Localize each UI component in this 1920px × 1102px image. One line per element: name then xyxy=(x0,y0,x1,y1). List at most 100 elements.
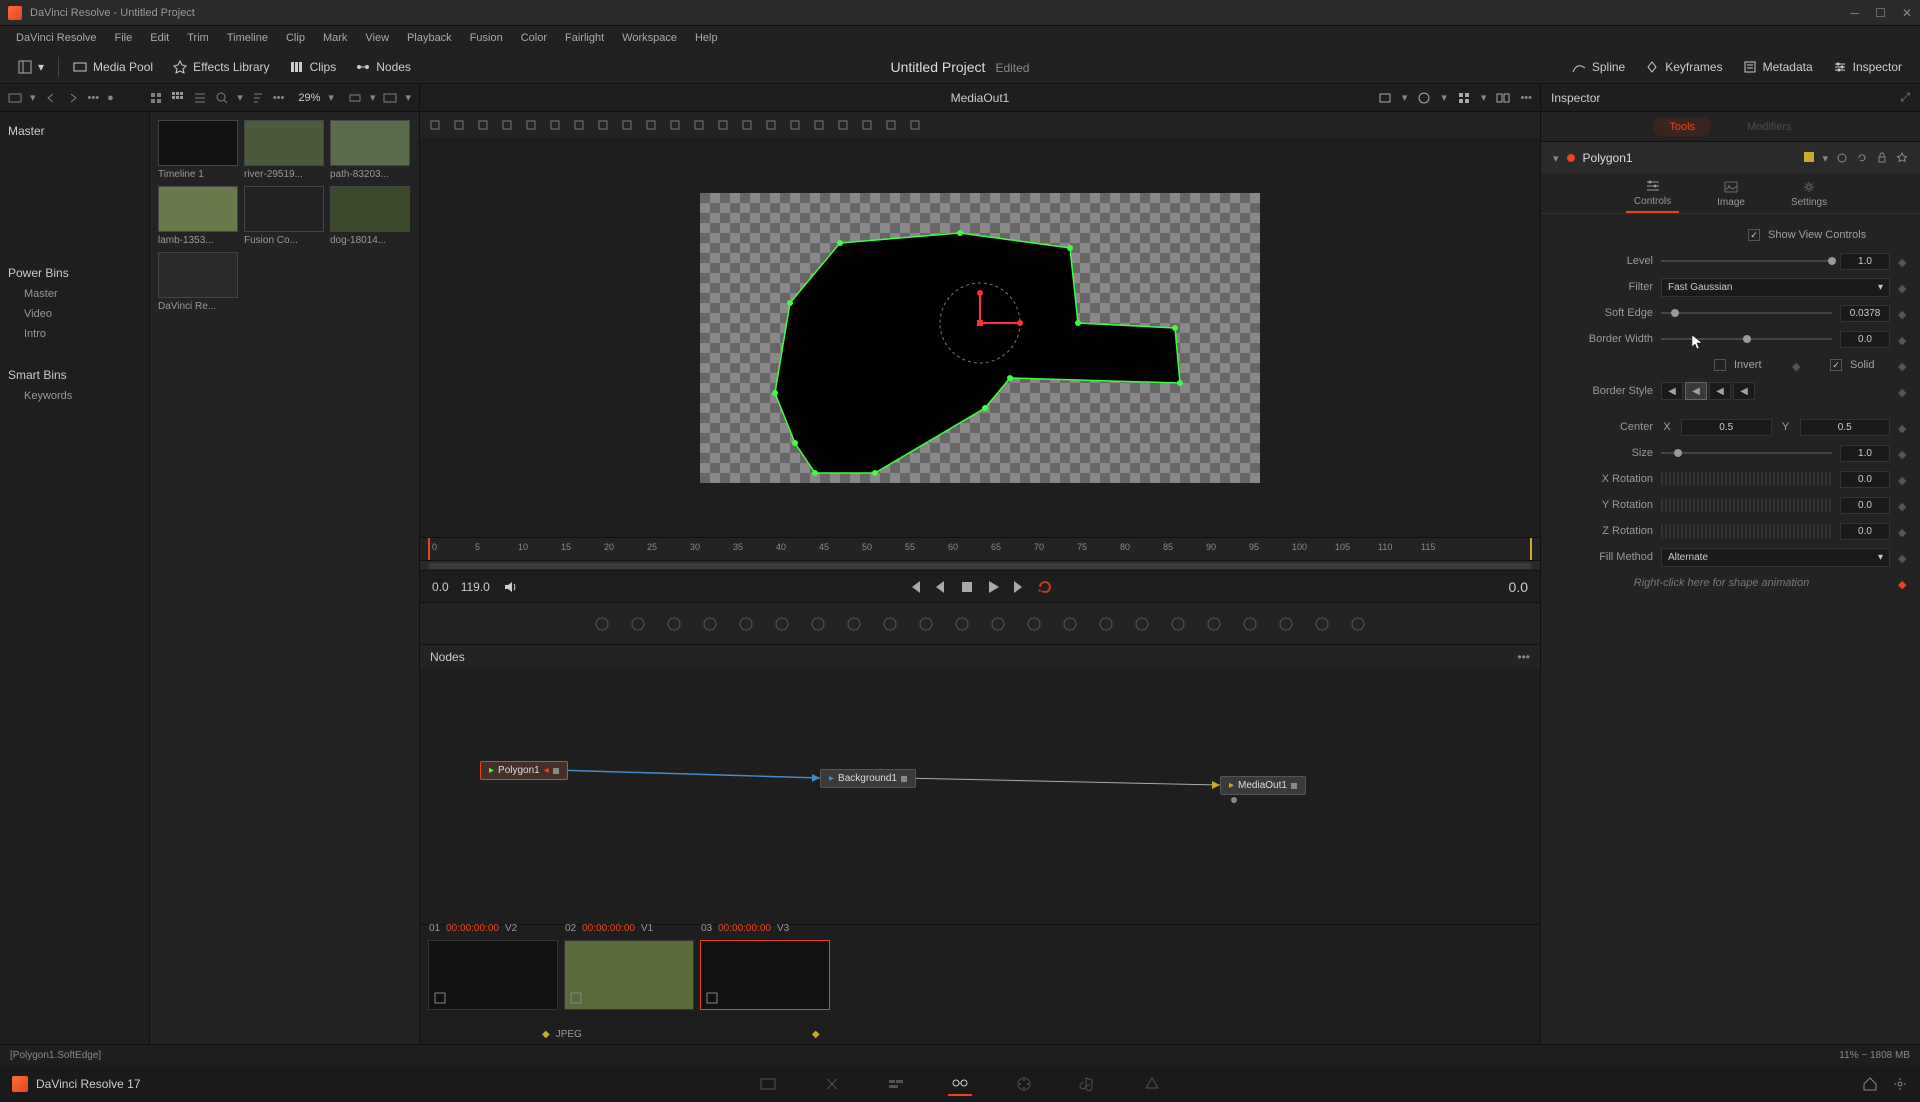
minimize-button[interactable]: ─ xyxy=(1851,6,1860,20)
particles-tool-icon[interactable] xyxy=(1277,615,1295,633)
zoom-label[interactable]: 29% xyxy=(298,92,320,104)
inspector-button[interactable]: Inspector xyxy=(1823,56,1912,78)
media-page-icon[interactable] xyxy=(756,1072,780,1096)
crop-tool-icon[interactable] xyxy=(716,118,730,132)
viewer-canvas[interactable] xyxy=(420,138,1540,537)
sort-icon[interactable] xyxy=(251,91,265,105)
x-rotation-jog[interactable] xyxy=(1661,472,1832,486)
3d-tool-icon[interactable] xyxy=(1169,615,1187,633)
move-tool-icon[interactable] xyxy=(500,118,514,132)
solid-check[interactable] xyxy=(1830,359,1842,371)
timeline-ruler[interactable]: 0510152025303540455055606570758085909510… xyxy=(420,537,1540,561)
keyframe-icon[interactable]: ◆ xyxy=(1898,256,1908,266)
grid-view-icon[interactable] xyxy=(171,91,185,105)
loop-button[interactable] xyxy=(1036,578,1054,596)
magnet-tool-icon[interactable] xyxy=(668,118,682,132)
menu-playback[interactable]: Playback xyxy=(399,30,460,46)
polygon-mask[interactable] xyxy=(700,193,1260,483)
curve-tool-icon[interactable] xyxy=(620,118,634,132)
center-y-value[interactable] xyxy=(1800,419,1891,436)
power-bins-header[interactable]: Power Bins xyxy=(8,262,141,284)
reset-icon[interactable] xyxy=(1856,152,1868,164)
resize-tool-icon[interactable] xyxy=(881,615,899,633)
border-style-2[interactable]: ◀ xyxy=(1685,382,1707,400)
fog-tool-icon[interactable] xyxy=(1349,615,1367,633)
smart-bins-header[interactable]: Smart Bins xyxy=(8,364,141,386)
keyframe-icon[interactable]: ◆ xyxy=(1898,422,1908,432)
menu-fusion[interactable]: Fusion xyxy=(462,30,511,46)
keyframe-icon[interactable]: ◆ xyxy=(1792,360,1802,370)
cam-tool-icon[interactable] xyxy=(1205,615,1223,633)
fusion-page-icon[interactable] xyxy=(948,1072,972,1096)
level-slider[interactable] xyxy=(1661,260,1832,262)
pick-tool-icon[interactable] xyxy=(476,118,490,132)
v-tool-icon[interactable] xyxy=(764,118,778,132)
rect2-tool-icon[interactable] xyxy=(989,615,1007,633)
keyframe-icon[interactable]: ◆ xyxy=(1898,308,1908,318)
y-rotation-jog[interactable] xyxy=(1661,498,1832,512)
bezier-tool-icon[interactable] xyxy=(740,118,754,132)
forward-icon[interactable] xyxy=(66,91,80,105)
keyframe-icon[interactable]: ◆ xyxy=(1898,578,1908,588)
crop-tool-icon[interactable] xyxy=(917,615,935,633)
timeline-clip[interactable]: 0300:00:00:00V3 xyxy=(700,940,830,1010)
settings-icon[interactable] xyxy=(1892,1076,1908,1092)
wand-tool-icon[interactable] xyxy=(860,118,874,132)
keyframe-icon[interactable]: ◆ xyxy=(1898,474,1908,484)
brush-tool-icon[interactable] xyxy=(452,118,466,132)
master-bin[interactable]: Master xyxy=(8,120,141,142)
list-view-icon[interactable] xyxy=(149,91,163,105)
node-background1[interactable]: ▸Background1 xyxy=(820,769,916,788)
size-value[interactable] xyxy=(1840,445,1890,462)
poly-tool-icon[interactable] xyxy=(644,118,658,132)
show-view-controls-check[interactable] xyxy=(1748,229,1760,241)
line-tool-icon[interactable] xyxy=(596,118,610,132)
keyframes-button[interactable]: Keyframes xyxy=(1635,56,1732,78)
ellipse-tool-icon[interactable] xyxy=(1025,615,1043,633)
clip-thumbnail[interactable]: path-83203... xyxy=(330,120,410,180)
light-tool-icon[interactable] xyxy=(1241,615,1259,633)
border-style-4[interactable]: ◀ xyxy=(1733,382,1755,400)
point-tool-icon[interactable] xyxy=(788,118,802,132)
clip-thumbnail[interactable]: river-29519... xyxy=(244,120,324,180)
last-frame-button[interactable] xyxy=(1010,578,1028,596)
pin-icon[interactable] xyxy=(1836,152,1848,164)
home-icon[interactable] xyxy=(1862,1076,1878,1092)
keyframe-icon[interactable]: ◆ xyxy=(1898,386,1908,396)
menu-help[interactable]: Help xyxy=(687,30,726,46)
text-tool-icon[interactable] xyxy=(812,118,826,132)
modifiers-tab[interactable]: Modifiers xyxy=(1731,117,1808,137)
clip-thumbnail[interactable]: dog-18014... xyxy=(330,186,410,246)
rotate-tool-icon[interactable] xyxy=(548,118,562,132)
color-swatch[interactable] xyxy=(1804,152,1814,162)
tree-item[interactable]: Keywords xyxy=(8,386,141,406)
tree-item[interactable]: Master xyxy=(8,284,141,304)
nodes-options-icon[interactable]: ••• xyxy=(1517,650,1530,664)
detail-view-icon[interactable] xyxy=(193,91,207,105)
lock-icon[interactable] xyxy=(1876,152,1888,164)
current-time[interactable]: 0.0 xyxy=(1509,579,1528,595)
keyframe-icon[interactable]: ◆ xyxy=(1898,500,1908,510)
tracker-tool-icon[interactable] xyxy=(737,615,755,633)
bezier2-tool-icon[interactable] xyxy=(1097,615,1115,633)
keyframe-icon[interactable]: ◆ xyxy=(1898,552,1908,562)
menu-timeline[interactable]: Timeline xyxy=(219,30,276,46)
search-icon[interactable] xyxy=(215,91,229,105)
deliver-page-icon[interactable] xyxy=(1140,1072,1164,1096)
keyframe-icon[interactable]: ◆ xyxy=(1898,334,1908,344)
border-width-slider[interactable] xyxy=(1661,338,1832,340)
menu-color[interactable]: Color xyxy=(513,30,555,46)
back-icon[interactable] xyxy=(44,91,58,105)
spline-button[interactable]: Spline xyxy=(1562,56,1635,78)
options-icon[interactable]: ••• xyxy=(1520,92,1532,104)
first-frame-button[interactable] xyxy=(906,578,924,596)
tree-item[interactable]: Intro xyxy=(8,324,141,344)
level-value[interactable] xyxy=(1840,253,1890,270)
image-subtab[interactable]: Image xyxy=(1709,176,1753,212)
z-rotation-jog[interactable] xyxy=(1661,524,1832,538)
hand-tool-icon[interactable] xyxy=(524,118,538,132)
border-width-value[interactable] xyxy=(1840,331,1890,348)
mask-tool-icon[interactable] xyxy=(773,615,791,633)
keyframe-icon[interactable]: ◆ xyxy=(1898,448,1908,458)
keyframe-icon[interactable]: ◆ xyxy=(1898,282,1908,292)
